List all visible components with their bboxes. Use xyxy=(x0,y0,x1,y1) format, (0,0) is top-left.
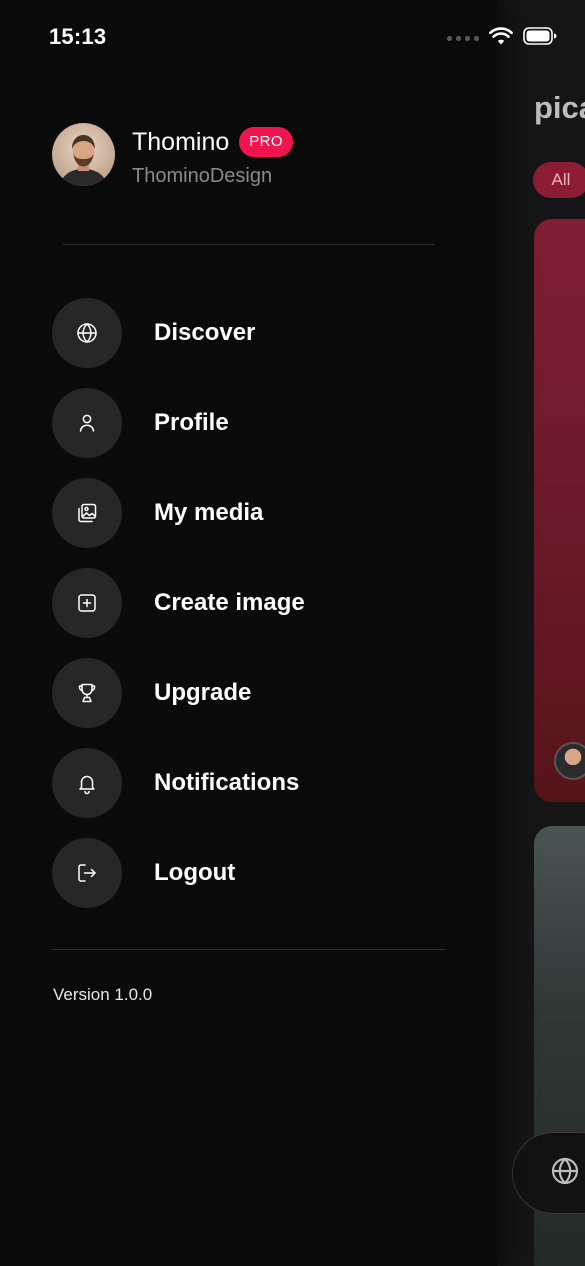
media-gallery-icon xyxy=(52,478,122,548)
status-icons xyxy=(447,27,557,50)
filter-chip-all[interactable]: All xyxy=(533,162,585,198)
menu-item-create-image[interactable]: Create image xyxy=(52,568,305,638)
menu-item-label: Upgrade xyxy=(154,679,252,706)
menu-item-label: Logout xyxy=(154,859,236,886)
trophy-icon xyxy=(52,658,122,728)
menu-item-upgrade[interactable]: Upgrade xyxy=(52,658,305,728)
menu-item-label: Create image xyxy=(154,589,305,616)
status-time: 15:13 xyxy=(49,24,107,49)
menu-item-label: Profile xyxy=(154,409,229,436)
divider xyxy=(52,949,445,950)
wifi-icon xyxy=(489,27,513,50)
menu-item-profile[interactable]: Profile xyxy=(52,388,305,458)
navigation-drawer: Thomino PRO ThominoDesign Discover Profi… xyxy=(0,0,497,1266)
background-app-title: pica xyxy=(534,90,585,125)
menu-item-label: My media xyxy=(154,499,264,526)
menu-item-label: Notifications xyxy=(154,769,300,796)
profile-header[interactable]: Thomino PRO ThominoDesign xyxy=(52,123,293,188)
divider xyxy=(63,244,435,245)
pro-badge: PRO xyxy=(239,127,293,157)
card-author-avatar xyxy=(554,742,585,780)
menu-item-logout[interactable]: Logout xyxy=(52,838,305,908)
menu-item-my-media[interactable]: My media xyxy=(52,478,305,548)
add-square-icon xyxy=(52,568,122,638)
battery-icon xyxy=(523,27,557,50)
feed-card[interactable] xyxy=(534,219,585,802)
profile-handle: ThominoDesign xyxy=(132,165,273,187)
menu-item-discover[interactable]: Discover xyxy=(52,298,305,368)
cellular-signal-icon xyxy=(447,36,479,41)
bell-icon xyxy=(52,748,122,818)
app-version: Version 1.0.0 xyxy=(53,985,153,1004)
drawer-menu: Discover Profile My media Create image U… xyxy=(52,298,305,928)
avatar[interactable] xyxy=(52,123,115,186)
profile-name: Thomino xyxy=(132,127,230,156)
menu-item-label: Discover xyxy=(154,319,256,346)
status-bar: 15:13 xyxy=(0,0,585,74)
background-app: pica All xyxy=(497,0,585,1266)
profile-text: Thomino PRO ThominoDesign xyxy=(132,127,293,188)
user-icon xyxy=(52,388,122,458)
bottom-nav-pill[interactable] xyxy=(512,1132,585,1214)
profile-name-row: Thomino PRO xyxy=(132,127,293,157)
globe-icon xyxy=(549,1155,581,1192)
globe-icon xyxy=(52,298,122,368)
menu-item-notifications[interactable]: Notifications xyxy=(52,748,305,818)
logout-icon xyxy=(52,838,122,908)
